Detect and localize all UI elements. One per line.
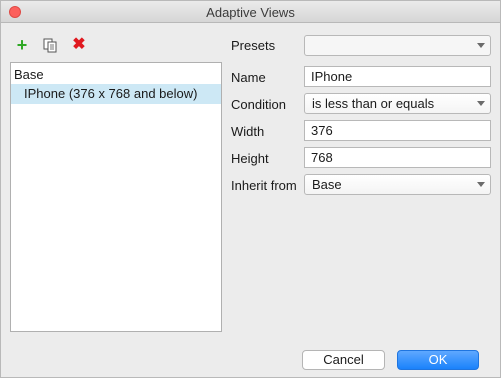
condition-label: Condition	[231, 97, 286, 112]
views-tree[interactable]: Base IPhone (376 x 768 and below)	[10, 62, 222, 332]
cancel-button[interactable]: Cancel	[302, 350, 385, 370]
delete-view-button[interactable]: ✖	[71, 37, 87, 53]
chevron-down-icon	[477, 43, 485, 48]
chevron-down-icon	[477, 182, 485, 187]
chevron-down-icon	[477, 101, 485, 106]
copy-icon	[43, 38, 57, 52]
presets-select[interactable]	[304, 35, 491, 56]
height-field[interactable]: 768	[304, 147, 491, 168]
condition-select[interactable]: is less than or equals	[304, 93, 491, 114]
width-field[interactable]: 376	[304, 120, 491, 141]
height-label: Height	[231, 151, 269, 166]
name-label: Name	[231, 70, 266, 85]
tree-item-iphone[interactable]: IPhone (376 x 768 and below)	[11, 84, 221, 104]
add-view-button[interactable]: +	[14, 35, 30, 55]
presets-label: Presets	[231, 38, 276, 53]
condition-value: is less than or equals	[312, 96, 435, 111]
inherit-from-select[interactable]: Base	[304, 174, 491, 195]
title-bar: Adaptive Views	[1, 1, 500, 23]
name-field[interactable]: IPhone	[304, 66, 491, 87]
tree-item-base[interactable]: Base	[11, 65, 221, 85]
x-icon: ✖	[72, 36, 86, 53]
ok-button[interactable]: OK	[397, 350, 479, 370]
plus-icon: +	[16, 35, 28, 55]
duplicate-view-button[interactable]	[42, 37, 58, 53]
window-title: Adaptive Views	[206, 5, 295, 20]
inherit-from-value: Base	[312, 177, 342, 192]
adaptive-views-dialog: Adaptive Views + ✖ Base IPhone (376 x 76…	[0, 0, 501, 378]
width-label: Width	[231, 124, 265, 139]
inherit-from-label: Inherit from	[231, 178, 297, 193]
